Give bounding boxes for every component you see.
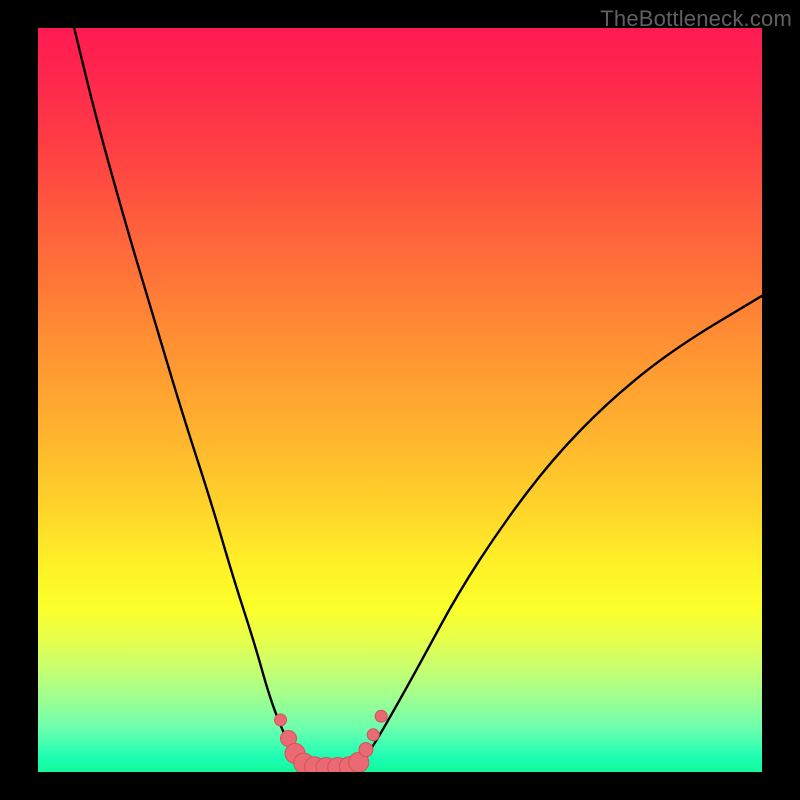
data-marker [375,710,387,722]
data-marker [275,714,287,726]
marker-group [275,710,388,772]
left-curve [74,28,306,768]
data-marker [359,743,373,757]
watermark-text: TheBottleneck.com [600,6,792,32]
chart-frame: TheBottleneck.com [0,0,800,800]
data-marker [367,729,379,741]
curve-layer [38,28,762,772]
right-curve [357,296,762,768]
plot-area [38,28,762,772]
